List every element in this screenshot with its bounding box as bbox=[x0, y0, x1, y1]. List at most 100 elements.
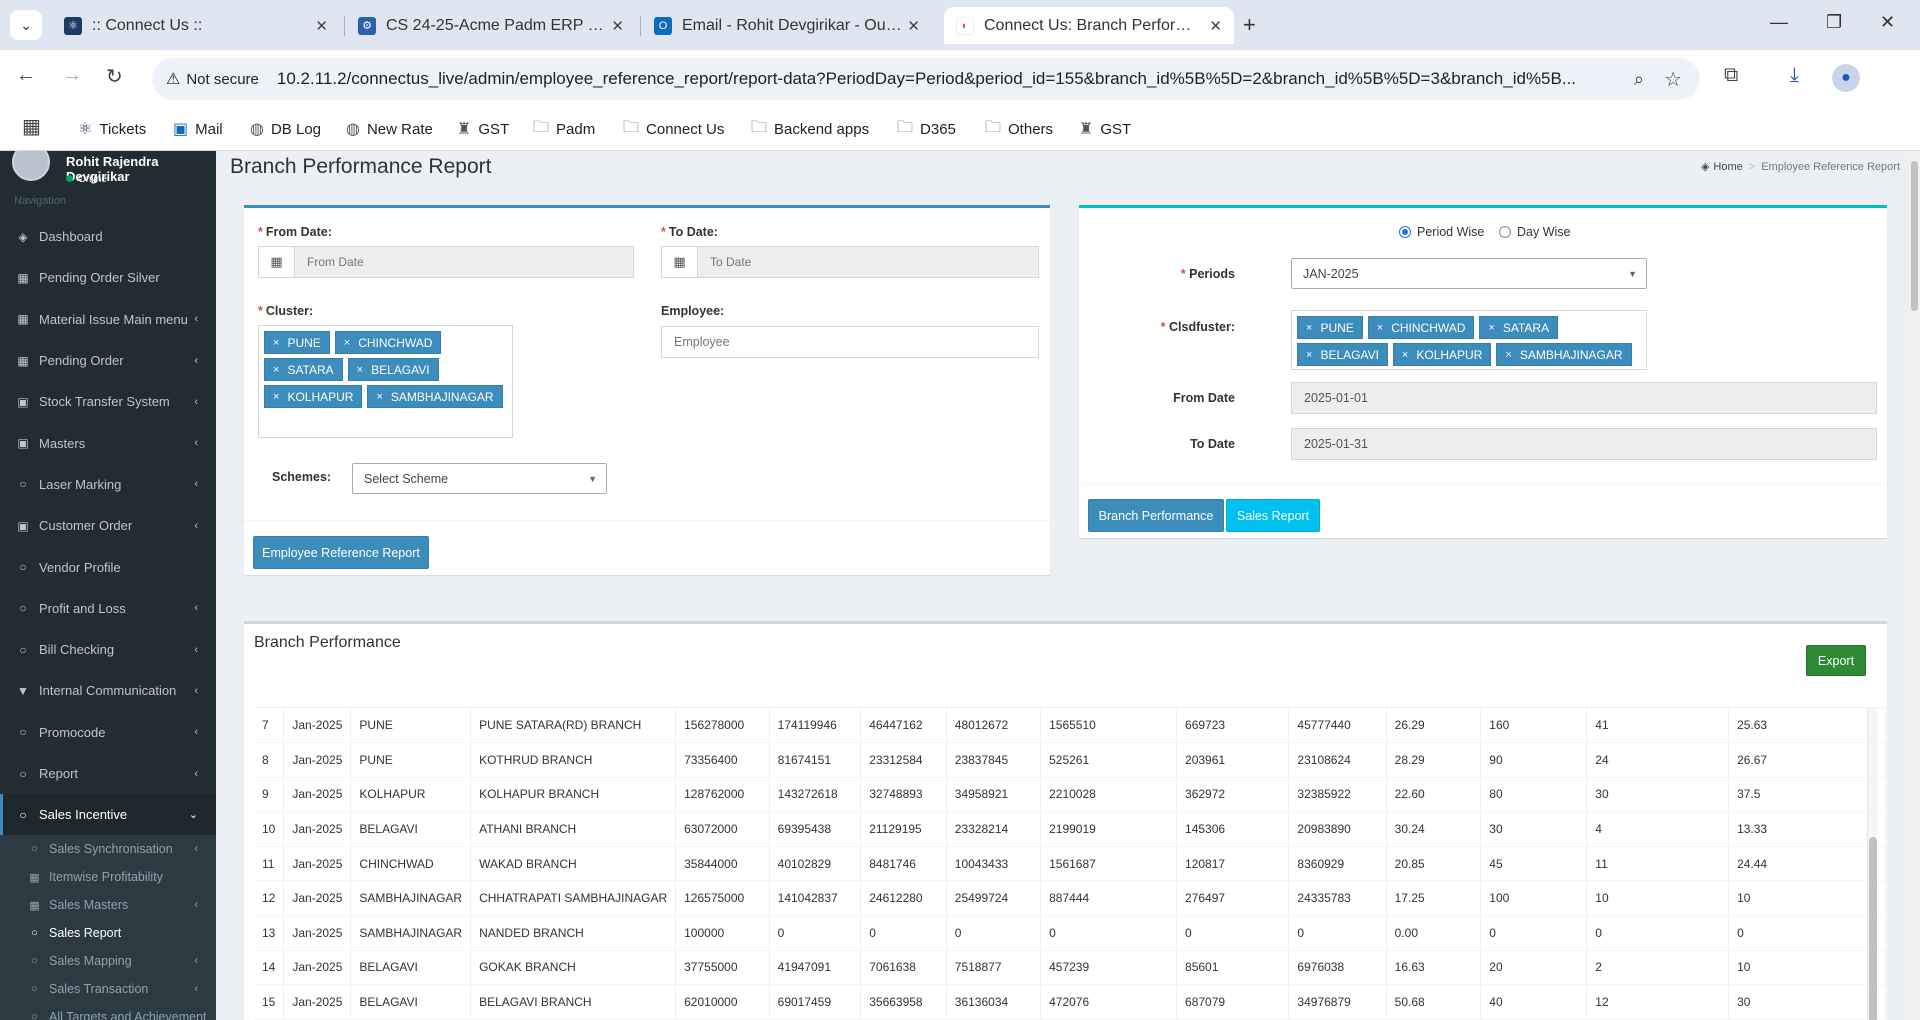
reload-button[interactable]: ↻ bbox=[106, 64, 123, 89]
sidebar-item-pending-order-silver[interactable]: ▦ Pending Order Silver bbox=[0, 257, 216, 298]
close-icon[interactable]: ✕ bbox=[611, 17, 624, 35]
sidebar-item-customer-order[interactable]: ▣ Customer Order ‹ bbox=[0, 505, 216, 546]
close-icon[interactable]: ✕ bbox=[315, 17, 328, 35]
remove-tag-icon[interactable]: × bbox=[1306, 322, 1312, 334]
new-tab-button[interactable]: + bbox=[1243, 12, 1256, 38]
sidebar-item-sales-incentive[interactable]: ○ Sales Incentive ⌄ bbox=[0, 794, 216, 836]
remove-tag-icon[interactable]: × bbox=[344, 337, 350, 349]
remove-tag-icon[interactable]: × bbox=[1402, 349, 1408, 361]
cluster-tag[interactable]: × SAMBHAJINAGAR bbox=[367, 385, 503, 408]
employee-input[interactable] bbox=[661, 326, 1039, 358]
address-bar[interactable]: ⚠ Not secure 10.2.11.2/connectus_live/ad… bbox=[152, 58, 1700, 100]
bookmark-backend-apps[interactable]: 🗀 Backend apps bbox=[751, 116, 869, 142]
cluster-tag[interactable]: × BELAGAVI bbox=[1297, 343, 1388, 366]
bookmark-tickets[interactable]: ⚛ Tickets bbox=[78, 116, 146, 142]
remove-tag-icon[interactable]: × bbox=[273, 364, 279, 376]
url-text[interactable]: 10.2.11.2/connectus_live/admin/employee_… bbox=[277, 69, 1597, 89]
remove-tag-icon[interactable]: × bbox=[273, 337, 279, 349]
sidebar-item-internal-communication[interactable]: ▼ Internal Communication ‹ bbox=[0, 670, 216, 711]
bookmark-star-icon[interactable]: ☆ bbox=[1664, 67, 1682, 92]
from-date-input[interactable] bbox=[295, 247, 633, 277]
table-scroll-area[interactable]: 7 Jan-2025 PUNE PUNE SATARA(RD) BRANCH 15627… bbox=[254, 707, 1886, 1020]
sidebar-subitem-sales-mapping[interactable]: ○ Sales Mapping ‹ bbox=[0, 947, 216, 975]
sidebar-subitem-itemwise-profitability[interactable]: ▦ Itemwise Profitability bbox=[0, 863, 216, 891]
scrollbar-thumb[interactable] bbox=[1911, 161, 1918, 311]
browser-tab-3[interactable]: O Email - Rohit Devgirikar - Outlo ✕ bbox=[642, 7, 932, 44]
browser-tab-2[interactable]: ⚙ CS 24-25-Acme Padm ERP Platf ✕ bbox=[346, 7, 636, 44]
bookmark-others[interactable]: 🗀 Others bbox=[985, 116, 1053, 142]
remove-tag-icon[interactable]: × bbox=[1505, 349, 1511, 361]
zoom-icon[interactable]: ⌕ bbox=[1634, 69, 1644, 90]
sidebar-item-promocode[interactable]: ○ Promocode ‹ bbox=[0, 712, 216, 753]
download-icon[interactable]: ⤓ bbox=[1790, 64, 1799, 87]
cluster-tag[interactable]: × CHINCHWAD bbox=[334, 331, 442, 354]
bookmark-new-rate[interactable]: ◍ New Rate bbox=[346, 116, 433, 142]
bookmark-padm[interactable]: 🗀 Padm bbox=[533, 116, 595, 142]
bookmark-d365[interactable]: 🗀 D365 bbox=[897, 116, 956, 142]
sidebar-subitem-sales-report[interactable]: ○ Sales Report bbox=[0, 919, 216, 947]
cluster-tag[interactable]: × KOLHAPUR bbox=[264, 385, 363, 408]
cluster-tag[interactable]: × SATARA bbox=[1479, 316, 1559, 339]
minimize-button[interactable]: — bbox=[1770, 12, 1788, 33]
sidebar-item-vendor-profile[interactable]: ○ Vendor Profile bbox=[0, 546, 216, 587]
periods-select[interactable]: JAN-2025 ▼ bbox=[1291, 258, 1647, 289]
remove-tag-icon[interactable]: × bbox=[1306, 349, 1312, 361]
day-wise-radio[interactable]: Day Wise bbox=[1499, 225, 1570, 239]
security-indicator[interactable]: ⚠ Not secure bbox=[166, 69, 259, 89]
calendar-icon[interactable]: ▦ bbox=[259, 247, 295, 277]
sidebar-item-report[interactable]: ○ Report ‹ bbox=[0, 753, 216, 794]
sidebar-subitem-sales-synchronisation[interactable]: ○ Sales Synchronisation ‹ bbox=[0, 835, 216, 863]
cluster-tag[interactable]: × PUNE bbox=[1297, 316, 1363, 339]
cluster-tag[interactable]: × SAMBHAJINAGAR bbox=[1496, 343, 1632, 366]
branch-performance-button[interactable]: Branch Performance bbox=[1088, 499, 1224, 532]
sidebar-subitem-all-targets-and-achievement[interactable]: ○ All Targets and Achievement bbox=[0, 1003, 216, 1020]
remove-tag-icon[interactable]: × bbox=[1488, 322, 1494, 334]
sidebar-item-laser-marking[interactable]: ○ Laser Marking ‹ bbox=[0, 464, 216, 505]
cluster-tag[interactable]: × KOLHAPUR bbox=[1392, 343, 1492, 366]
extensions-icon[interactable]: ⧉ bbox=[1724, 64, 1738, 87]
cluster-tag[interactable]: × PUNE bbox=[264, 331, 330, 354]
cluster-tag[interactable]: × BELAGAVI bbox=[347, 358, 439, 381]
cluster-multiselect[interactable]: × PUNE × CHINCHWAD × SATARA × BELAGAVI × KOLHAPUR… bbox=[258, 325, 513, 438]
sidebar-subitem-sales-masters[interactable]: ▦ Sales Masters ‹ bbox=[0, 891, 216, 919]
remove-tag-icon[interactable]: × bbox=[273, 391, 279, 403]
employee-reference-report-button[interactable]: Employee Reference Report bbox=[253, 536, 429, 569]
restore-button[interactable]: ❐ bbox=[1826, 12, 1842, 33]
tab-search-button[interactable]: ⌄ bbox=[10, 10, 42, 40]
sidebar-item-material-issue-main-menu[interactable]: ▦ Material Issue Main menu ‹ bbox=[0, 299, 216, 340]
sidebar-item-stock-transfer-system[interactable]: ▣ Stock Transfer System ‹ bbox=[0, 381, 216, 422]
profile-avatar[interactable]: ● bbox=[1832, 64, 1860, 92]
close-icon[interactable]: ✕ bbox=[907, 17, 920, 35]
bookmark-mail[interactable]: ▣ Mail bbox=[173, 116, 223, 142]
export-button[interactable]: Export bbox=[1806, 645, 1866, 676]
bookmark-gst[interactable]: ♜ GST bbox=[457, 116, 509, 142]
sidebar-subitem-sales-transaction[interactable]: ○ Sales Transaction ‹ bbox=[0, 975, 216, 1003]
apps-grid-icon[interactable]: ▦ bbox=[22, 114, 41, 139]
forward-button[interactable]: → bbox=[62, 64, 82, 87]
back-button[interactable]: ← bbox=[16, 64, 36, 87]
schemes-select[interactable]: Select Scheme ▼ bbox=[352, 463, 607, 494]
bookmark-db-log[interactable]: ◍ DB Log bbox=[250, 116, 321, 142]
remove-tag-icon[interactable]: × bbox=[376, 391, 382, 403]
cluster-tag[interactable]: × SATARA bbox=[264, 358, 343, 381]
calendar-icon[interactable]: ▦ bbox=[662, 247, 698, 277]
sales-report-button[interactable]: Sales Report bbox=[1226, 499, 1320, 532]
remove-tag-icon[interactable]: × bbox=[357, 364, 363, 376]
remove-tag-icon[interactable]: × bbox=[1377, 322, 1383, 334]
sidebar-item-pending-order[interactable]: ▦ Pending Order ‹ bbox=[0, 340, 216, 381]
bookmark-connect-us[interactable]: 🗀 Connect Us bbox=[623, 116, 724, 142]
cluster-tag[interactable]: × CHINCHWAD bbox=[1367, 316, 1475, 339]
breadcrumb-home[interactable]: Home bbox=[1713, 161, 1742, 173]
clsdfuster-multiselect[interactable]: × PUNE × CHINCHWAD × SATARA × BELAGAVI × KOLHAPUR… bbox=[1291, 310, 1647, 370]
window-close-button[interactable]: ✕ bbox=[1880, 12, 1895, 33]
sidebar-item-bill-checking[interactable]: ○ Bill Checking ‹ bbox=[0, 629, 216, 670]
close-icon[interactable]: ✕ bbox=[1209, 17, 1222, 35]
page-scrollbar[interactable] bbox=[1909, 151, 1920, 1020]
table-scrollbar[interactable] bbox=[1867, 707, 1877, 1020]
scrollbar-thumb[interactable] bbox=[1869, 837, 1877, 1020]
sidebar-item-dashboard[interactable]: ◈ Dashboard bbox=[0, 216, 216, 257]
to-date-input[interactable] bbox=[698, 247, 1038, 277]
browser-tab-4[interactable]: ◐ Connect Us: Branch Performanc ✕ bbox=[944, 7, 1234, 44]
bookmark-gst-2[interactable]: ♜ GST bbox=[1079, 116, 1131, 142]
sidebar-item-profit-and-loss[interactable]: ○ Profit and Loss ‹ bbox=[0, 588, 216, 629]
